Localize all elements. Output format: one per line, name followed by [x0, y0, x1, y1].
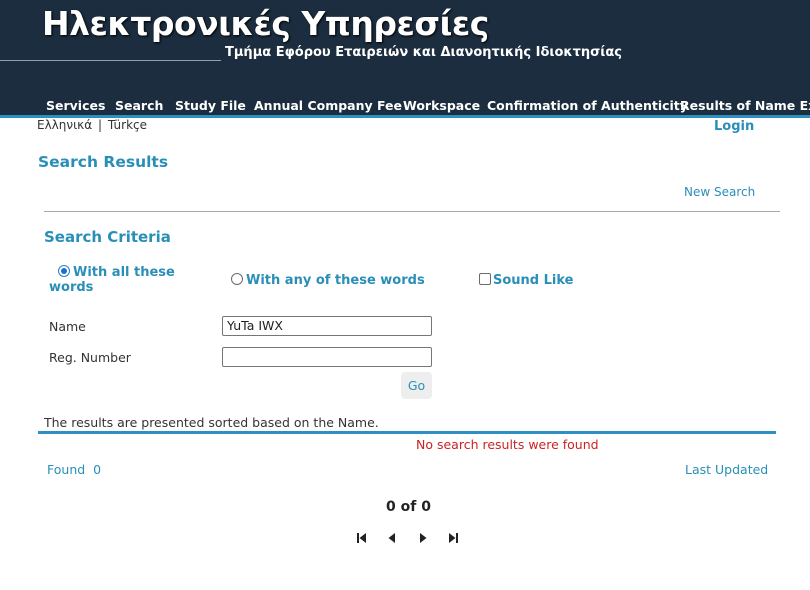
- main-nav: Services Search Study File Annual Compan…: [0, 98, 810, 115]
- found-count: Found 0: [47, 462, 101, 477]
- site-title: Ηλεκτρονικές Υπηρεσίες: [42, 4, 489, 43]
- option-all-words[interactable]: With all these words: [49, 265, 175, 295]
- nav-services[interactable]: Services: [46, 98, 105, 113]
- nav-search[interactable]: Search: [115, 98, 163, 113]
- next-page-button[interactable]: [416, 531, 430, 545]
- found-value: 0: [93, 462, 102, 477]
- login-link[interactable]: Login: [714, 119, 754, 134]
- radio-all-words[interactable]: [58, 265, 70, 277]
- nav-results-of-name-exam[interactable]: Results of Name Exam: [680, 98, 810, 113]
- site-header: Ηλεκτρονικές Υπηρεσίες Τμήμα Εφόρου Εται…: [0, 0, 810, 115]
- previous-page-icon: [388, 533, 395, 543]
- option-sound-like[interactable]: Sound Like: [479, 273, 574, 288]
- found-label: Found: [47, 462, 86, 477]
- page-info: 0 of 0: [386, 499, 431, 515]
- nav-workspace[interactable]: Workspace: [403, 98, 480, 113]
- no-results-message: No search results were found: [416, 437, 599, 452]
- nav-study-file[interactable]: Study File: [175, 98, 246, 113]
- first-page-icon: [357, 533, 366, 543]
- previous-page-button[interactable]: [385, 531, 399, 545]
- reg-number-label: Reg. Number: [49, 350, 131, 365]
- first-page-button[interactable]: [355, 531, 369, 545]
- lang-separator: |: [97, 118, 103, 132]
- option-all-words-label-line2: words: [49, 280, 94, 295]
- name-label: Name: [49, 319, 86, 334]
- option-any-words-label: With any of these words: [246, 273, 425, 288]
- option-any-words[interactable]: With any of these words: [231, 273, 425, 288]
- go-button[interactable]: Go: [401, 372, 432, 399]
- nav-confirmation-of-authenticity[interactable]: Confirmation of Authenticity: [487, 98, 688, 113]
- radio-any-words[interactable]: [231, 273, 243, 285]
- results-divider: [38, 431, 776, 434]
- last-page-button[interactable]: [446, 531, 460, 545]
- option-all-words-label: With all these: [73, 265, 175, 280]
- sort-note: The results are presented sorted based o…: [44, 415, 379, 430]
- last-page-icon: [449, 533, 458, 543]
- title-divider: [0, 60, 221, 61]
- sound-like-checkbox[interactable]: [479, 273, 491, 285]
- site-subtitle: Τμήμα Εφόρου Εταιρειών και Διανοητικής Ι…: [225, 45, 623, 60]
- page-title: Search Results: [38, 153, 169, 171]
- option-sound-like-label: Sound Like: [493, 273, 574, 288]
- last-updated-link[interactable]: Last Updated: [685, 462, 768, 477]
- reg-number-input[interactable]: [222, 347, 432, 367]
- name-input[interactable]: YuTa IWX: [222, 316, 432, 336]
- new-search-link[interactable]: New Search: [684, 185, 755, 199]
- next-page-icon: [420, 533, 427, 543]
- search-criteria-heading: Search Criteria: [44, 228, 171, 246]
- lang-turkish-link[interactable]: Türkçe: [108, 118, 147, 132]
- language-switcher: Ελληνικά | Türkçe: [37, 118, 147, 132]
- lang-greek-link[interactable]: Ελληνικά: [37, 118, 92, 132]
- nav-annual-company-fee[interactable]: Annual Company Fee: [254, 98, 402, 113]
- section-divider: [44, 211, 780, 212]
